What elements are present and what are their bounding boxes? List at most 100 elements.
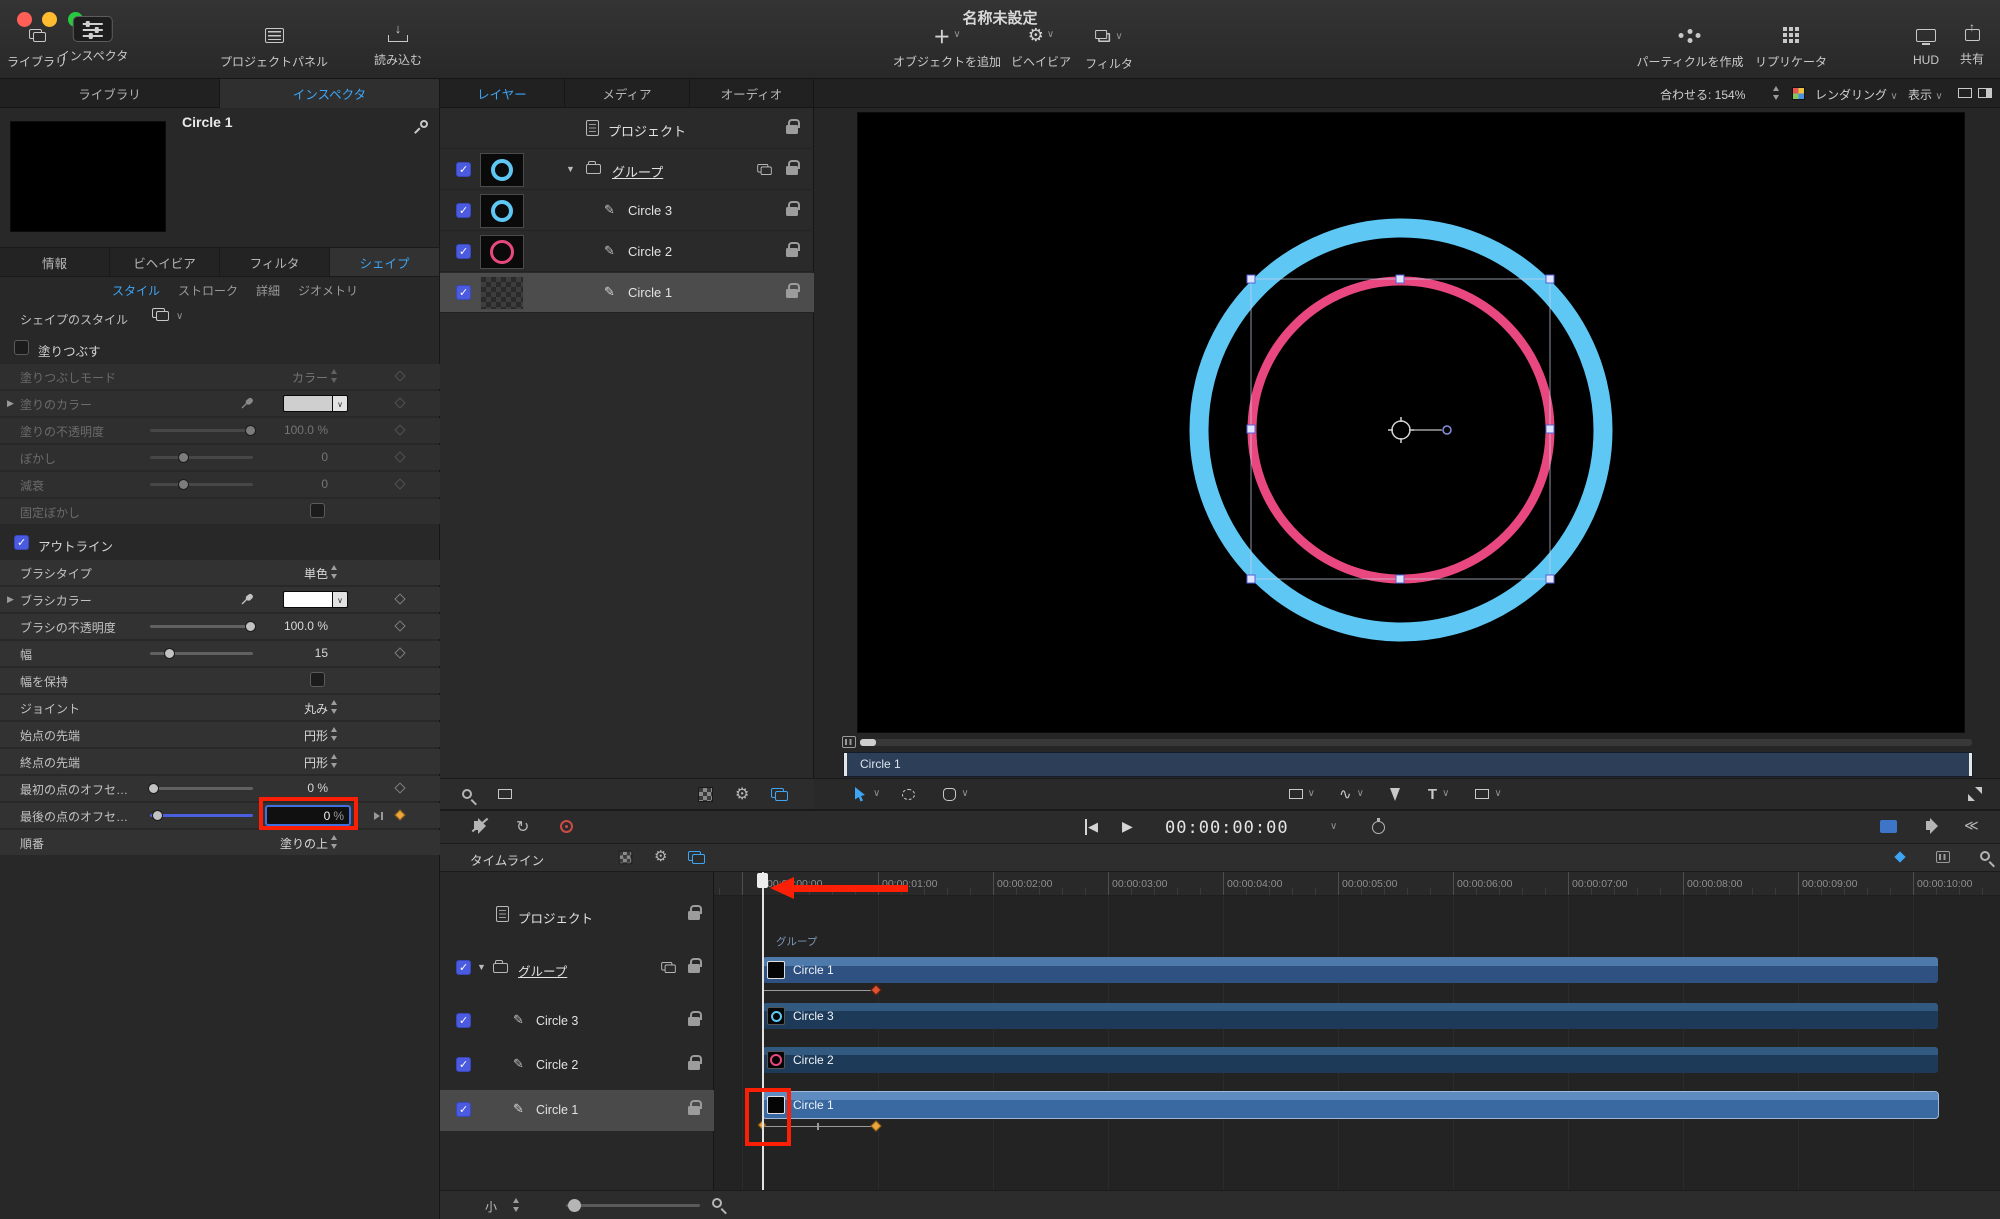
keyframe-diamond[interactable] xyxy=(394,782,406,794)
share-button[interactable]: ↑ 共有 xyxy=(1960,19,1984,67)
single-pane-icon[interactable] xyxy=(1958,88,1972,98)
speaker-icon[interactable] xyxy=(1926,817,1938,834)
timeline-zoom-knob[interactable] xyxy=(568,1199,581,1212)
playhead-handle[interactable] xyxy=(757,873,768,888)
keyframe-diamond[interactable] xyxy=(394,647,406,659)
timeline-row-project[interactable]: プロジェクト xyxy=(440,897,714,933)
joint-popup[interactable]: 丸み xyxy=(304,700,328,717)
paint-stroke-tool-icon[interactable] xyxy=(1389,787,1400,801)
keyframe-diamond-marker[interactable] xyxy=(870,1120,882,1132)
layer-activation-checkbox[interactable] xyxy=(456,203,471,218)
lasso-tool-icon[interactable] xyxy=(902,788,916,800)
lock-icon[interactable] xyxy=(786,160,800,175)
text-tool-icon[interactable]: T xyxy=(1428,786,1437,803)
shape-style-preset-icon[interactable] xyxy=(152,308,169,321)
keyframe-diamond[interactable] xyxy=(394,478,406,490)
color-dropdown-arrow[interactable]: ∨ xyxy=(333,591,348,608)
lock-icon[interactable] xyxy=(688,905,702,920)
loop-playback-icon[interactable]: ↻ xyxy=(516,817,529,837)
select-transform-tool-icon[interactable] xyxy=(854,786,867,802)
make-particles-button[interactable]: パーティクルを作成 xyxy=(1637,22,1743,70)
tab-inspector[interactable]: インスペクタ xyxy=(220,79,440,108)
track-bar-circle2[interactable]: Circle 2 xyxy=(763,1047,1938,1073)
import-button[interactable]: ↓ 読み込む xyxy=(374,20,422,68)
keyframe-diamond[interactable] xyxy=(394,593,406,605)
show-filmstrip-icon[interactable] xyxy=(1936,851,1950,863)
feather-value[interactable]: 0 xyxy=(321,450,328,464)
group-activation-checkbox[interactable] xyxy=(456,162,471,177)
transparency-checker-icon[interactable] xyxy=(698,786,713,802)
width-slider[interactable] xyxy=(150,648,253,659)
layers-view-icon[interactable] xyxy=(771,787,789,801)
lock-icon[interactable] xyxy=(688,1055,702,1070)
tab-audio[interactable]: オーディオ xyxy=(690,79,814,108)
transparency-checker-icon[interactable] xyxy=(618,850,633,865)
mute-icon[interactable] xyxy=(474,817,486,834)
zoom-timeline-icon[interactable] xyxy=(1980,851,1990,861)
hand-tool-icon[interactable] xyxy=(943,787,957,801)
lock-icon[interactable] xyxy=(786,119,800,134)
track-bar-circle3[interactable]: Circle 3 xyxy=(763,1003,1938,1029)
falloff-slider[interactable] xyxy=(150,479,253,490)
lock-icon[interactable] xyxy=(688,1011,702,1026)
first-point-offset-slider[interactable] xyxy=(148,783,253,794)
view-menu[interactable]: 表示 ∨ xyxy=(1908,86,1943,103)
behaviors-button[interactable]: ⚙ ∨ ビヘイビア xyxy=(1011,22,1071,70)
gear-icon[interactable]: ⚙ xyxy=(654,847,667,865)
chevron-down-icon[interactable]: ∨ xyxy=(1442,789,1449,799)
layer-activation-checkbox[interactable] xyxy=(456,244,471,259)
popup-stepper[interactable] xyxy=(330,726,339,742)
add-object-button[interactable]: ＋ ∨ オブジェクトを追加 xyxy=(893,22,1001,70)
hud-button[interactable]: HUD xyxy=(1913,22,1939,67)
keyframe-diamond[interactable] xyxy=(394,424,406,436)
lock-icon[interactable] xyxy=(786,283,800,298)
popup-stepper[interactable] xyxy=(330,699,339,715)
timeline-row-circle3[interactable]: ✎ Circle 3 xyxy=(440,1003,714,1039)
start-cap-popup[interactable]: 円形 xyxy=(304,727,328,744)
timeline-row-circle2[interactable]: ✎ Circle 2 xyxy=(440,1047,714,1083)
fixed-feather-checkbox[interactable] xyxy=(310,503,325,518)
layer-activation-checkbox[interactable] xyxy=(456,285,471,300)
project-panel-button[interactable]: プロジェクトパネル xyxy=(220,22,328,70)
collapse-transport-icon[interactable]: ≪ xyxy=(1964,817,1979,834)
chevron-down-icon[interactable]: ∨ xyxy=(176,312,183,322)
timeline-ruler[interactable]: 00:00:00:00 00:00:01:00 00:00:02:00 00:0… xyxy=(714,872,2000,896)
play-icon[interactable]: ▶ xyxy=(1122,818,1133,835)
layers-row-circle2[interactable]: ✎ Circle 2 xyxy=(440,232,814,272)
keyframe-diamond[interactable] xyxy=(394,370,406,382)
track-height-stepper[interactable] xyxy=(512,1197,521,1213)
channels-icon[interactable] xyxy=(1792,87,1805,100)
mini-timeline-bar[interactable]: Circle 1 xyxy=(843,752,1973,777)
fill-checkbox[interactable] xyxy=(14,340,29,355)
timeline-zoom-slider[interactable] xyxy=(566,1204,700,1207)
falloff-value[interactable]: 0 xyxy=(321,477,328,491)
rectangle-tool-icon[interactable] xyxy=(1288,789,1303,799)
inspector-toolbar-button[interactable]: インスペクタ xyxy=(58,16,128,64)
brush-type-popup[interactable]: 単色 xyxy=(304,565,328,582)
subtab-advanced[interactable]: 詳細 xyxy=(256,282,280,299)
lock-icon[interactable] xyxy=(688,1100,702,1115)
replicator-button[interactable]: リプリケータ xyxy=(1755,22,1827,70)
popup-stepper[interactable] xyxy=(330,564,339,580)
fill-color-swatch[interactable] xyxy=(283,395,333,412)
filmstrip-view-icon[interactable] xyxy=(498,789,512,799)
end-cap-popup[interactable]: 円形 xyxy=(304,754,328,771)
tab-library[interactable]: ライブラリ xyxy=(0,79,220,108)
brush-opacity-value[interactable]: 100.0 % xyxy=(284,619,328,633)
lock-icon[interactable] xyxy=(688,958,702,973)
tab-shape[interactable]: シェイプ xyxy=(330,248,440,276)
keyframe-diamond[interactable] xyxy=(394,620,406,632)
subtab-style[interactable]: スタイル xyxy=(112,282,160,299)
tab-media[interactable]: メディア xyxy=(565,79,690,108)
layer-activation-checkbox[interactable] xyxy=(456,1057,471,1072)
layers-row-group[interactable]: ▼ グループ xyxy=(440,150,814,190)
search-icon[interactable] xyxy=(462,789,472,799)
layer-activation-checkbox[interactable] xyxy=(456,1102,471,1117)
brush-opacity-slider[interactable] xyxy=(150,621,256,632)
storage-status-icon[interactable] xyxy=(1880,820,1897,833)
layer-activation-checkbox[interactable] xyxy=(456,1013,471,1028)
fill-mode-popup[interactable]: カラー xyxy=(292,369,328,386)
width-value[interactable]: 15 xyxy=(315,646,328,660)
keyframe-diamond[interactable] xyxy=(394,397,406,409)
layers-row-circle3[interactable]: ✎ Circle 3 xyxy=(440,191,814,231)
